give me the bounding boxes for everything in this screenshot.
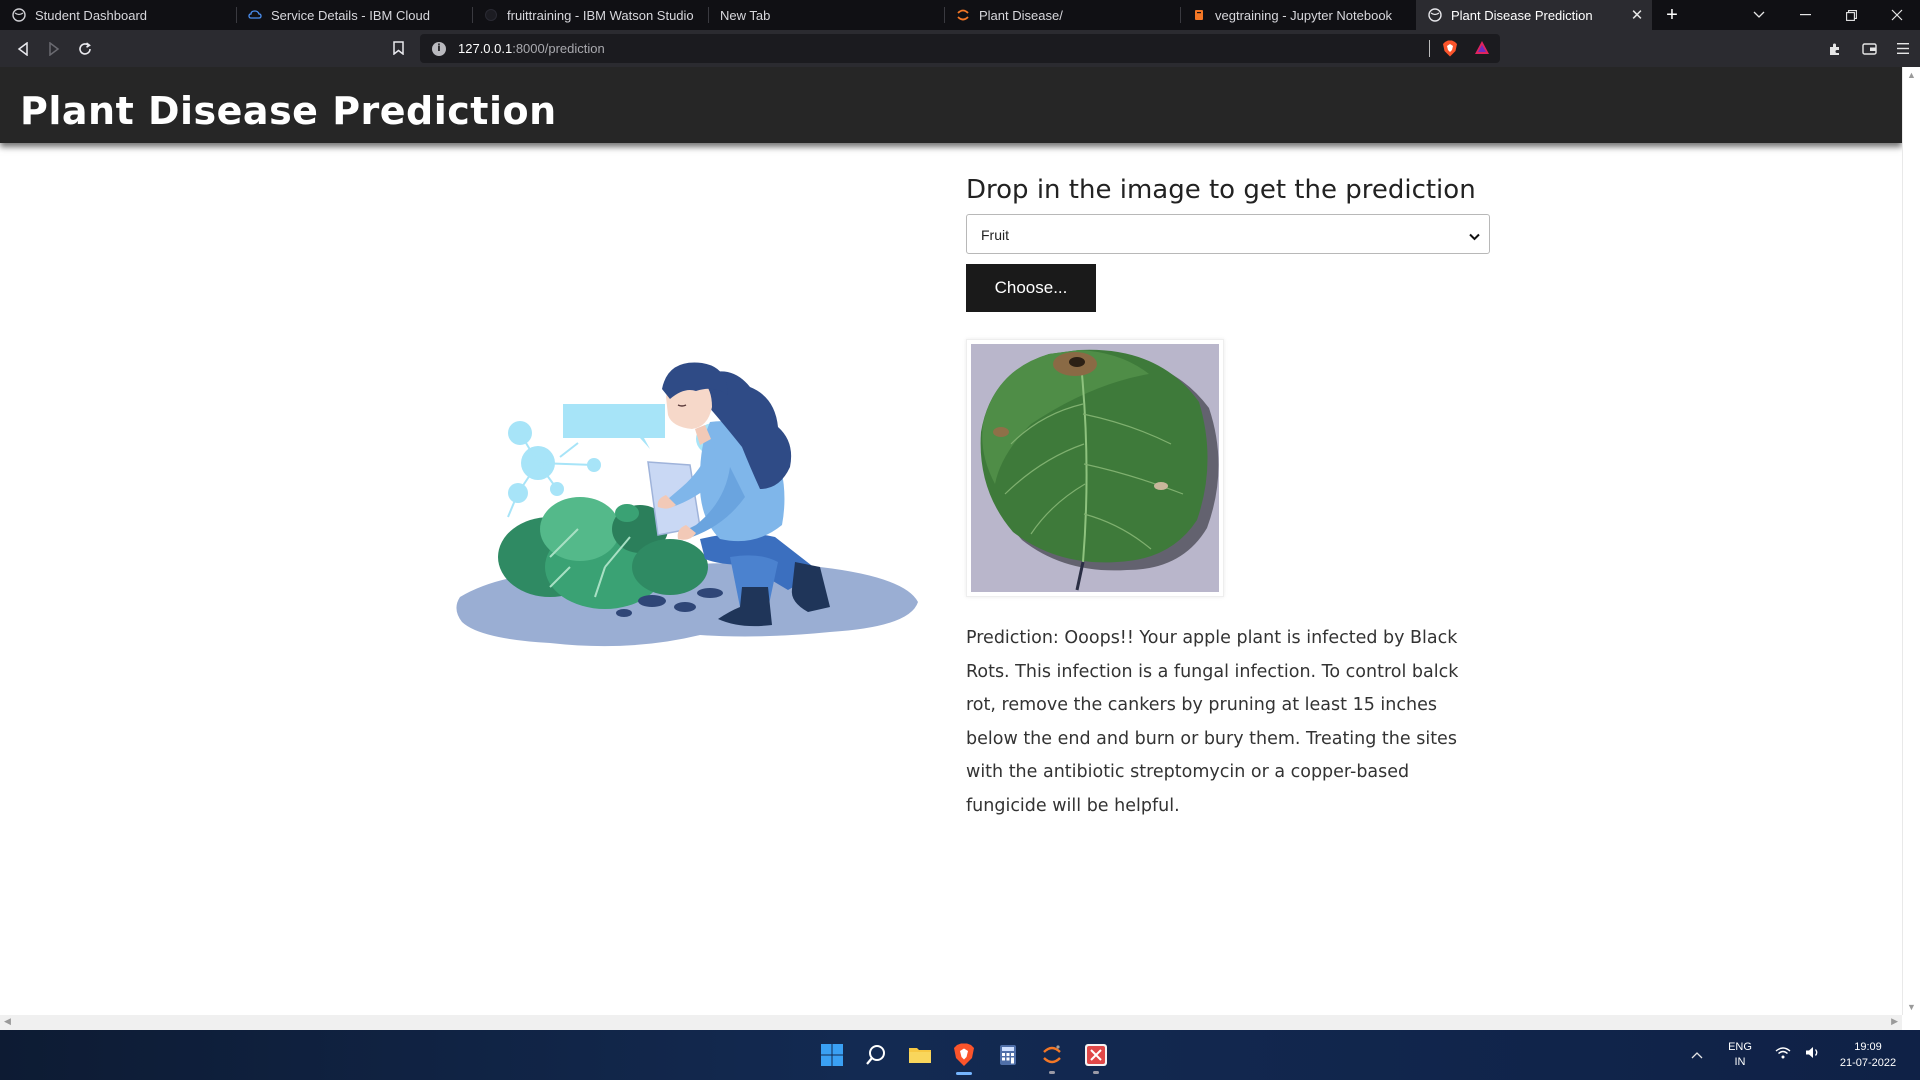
uploaded-image-frame bbox=[966, 339, 1224, 597]
file-explorer-icon[interactable] bbox=[898, 1033, 942, 1077]
tab-plant-disease-prediction[interactable]: Plant Disease Prediction ✕ bbox=[1416, 0, 1652, 30]
browser-tab-strip: Student Dashboard Service Details - IBM … bbox=[0, 0, 1920, 30]
language-indicator[interactable]: ENG IN bbox=[1712, 1040, 1768, 1070]
wallet-icon[interactable] bbox=[1852, 34, 1886, 64]
url-host: 127.0.0.1 bbox=[458, 41, 513, 56]
prediction-text: Prediction: Ooops!! Your apple plant is … bbox=[966, 628, 1459, 816]
page-viewport: Plant Disease Prediction Drop in the ima… bbox=[0, 67, 1902, 1015]
tab-label: Student Dashboard bbox=[35, 7, 148, 23]
tab-label: fruittraining - IBM Watson Studio bbox=[507, 7, 694, 23]
tab-student-dashboard[interactable]: Student Dashboard bbox=[0, 0, 236, 30]
brave-rewards-icon[interactable] bbox=[1474, 40, 1490, 60]
notebook-icon bbox=[1192, 8, 1206, 22]
tab-label: vegtraining - Jupyter Notebook bbox=[1215, 7, 1393, 23]
site-header: Plant Disease Prediction bbox=[0, 67, 1902, 143]
bookmark-icon[interactable] bbox=[389, 38, 407, 58]
clock-time: 19:09 bbox=[1854, 1041, 1882, 1053]
new-tab-button[interactable]: + bbox=[1652, 0, 1692, 30]
forward-icon[interactable] bbox=[38, 34, 69, 64]
search-icon[interactable] bbox=[854, 1033, 898, 1077]
snipping-tool-icon[interactable] bbox=[1074, 1033, 1118, 1077]
restore-icon[interactable] bbox=[1828, 0, 1874, 30]
brave-browser-icon[interactable] bbox=[942, 1033, 986, 1077]
scroll-right-icon[interactable]: ▶ bbox=[1891, 1016, 1898, 1027]
prediction-panel: Drop in the image to get the prediction … bbox=[966, 175, 1490, 824]
category-select[interactable]: Fruit bbox=[966, 214, 1490, 254]
scroll-down-icon[interactable]: ▼ bbox=[1907, 1002, 1916, 1012]
brave-shields-icon[interactable] bbox=[1442, 40, 1458, 62]
windows-taskbar: ENG IN 19:09 21-07-2022 bbox=[0, 1030, 1920, 1080]
tab-jupyter-notebook[interactable]: vegtraining - Jupyter Notebook bbox=[1180, 0, 1416, 30]
uploaded-leaf-image bbox=[971, 344, 1219, 592]
tab-label: New Tab bbox=[720, 7, 771, 23]
ibm-cloud-icon bbox=[248, 8, 262, 22]
tab-watson-studio[interactable]: fruittraining - IBM Watson Studio bbox=[472, 0, 708, 30]
volume-icon[interactable] bbox=[1805, 1046, 1821, 1064]
language-code: ENG bbox=[1728, 1041, 1752, 1053]
globe-icon bbox=[12, 8, 26, 22]
tab-search-chevron-icon[interactable] bbox=[1736, 0, 1782, 30]
calculator-icon[interactable] bbox=[986, 1033, 1030, 1077]
gardener-illustration bbox=[456, 362, 918, 647]
scroll-left-icon[interactable]: ◀ bbox=[4, 1016, 11, 1027]
choose-file-button[interactable]: Choose... bbox=[966, 264, 1096, 312]
reload-icon[interactable] bbox=[69, 34, 100, 64]
show-hidden-icons-icon[interactable] bbox=[1682, 1048, 1712, 1062]
chevron-down-icon bbox=[1469, 228, 1480, 246]
category-select-value: Fruit bbox=[981, 227, 1009, 243]
url-path: :8000/prediction bbox=[512, 41, 605, 56]
wifi-icon[interactable] bbox=[1775, 1046, 1791, 1064]
address-bar-divider bbox=[1429, 40, 1430, 57]
vertical-scrollbar[interactable]: ▲ ▼ bbox=[1902, 67, 1920, 1015]
menu-icon[interactable] bbox=[1886, 34, 1920, 64]
jupyter-icon bbox=[956, 8, 970, 22]
close-tab-icon[interactable]: ✕ bbox=[1628, 6, 1646, 24]
drop-heading: Drop in the image to get the prediction bbox=[966, 175, 1476, 205]
horizontal-scrollbar[interactable]: ◀ ▶ bbox=[0, 1015, 1902, 1030]
tab-new-tab[interactable]: New Tab bbox=[708, 0, 944, 30]
site-info-icon[interactable]: i bbox=[432, 41, 446, 56]
globe-icon bbox=[1428, 8, 1442, 22]
scroll-up-icon[interactable]: ▲ bbox=[1907, 70, 1916, 80]
close-window-icon[interactable] bbox=[1874, 0, 1920, 30]
region-code: IN bbox=[1734, 1056, 1746, 1068]
address-bar[interactable]: i 127.0.0.1:8000/prediction bbox=[420, 34, 1500, 63]
minimize-icon[interactable] bbox=[1782, 0, 1828, 30]
tab-plant-disease[interactable]: Plant Disease/ bbox=[944, 0, 1180, 30]
tab-label: Plant Disease Prediction bbox=[1451, 7, 1593, 23]
tab-ibm-cloud[interactable]: Service Details - IBM Cloud bbox=[236, 0, 472, 30]
system-clock[interactable]: 19:09 21-07-2022 bbox=[1828, 1039, 1920, 1071]
windows-start-icon[interactable] bbox=[810, 1033, 854, 1077]
extensions-icon[interactable] bbox=[1818, 34, 1852, 64]
tab-label: Service Details - IBM Cloud bbox=[271, 7, 430, 23]
page-title: Plant Disease Prediction bbox=[20, 89, 557, 133]
tab-label: Plant Disease/ bbox=[979, 7, 1063, 23]
clock-date: 21-07-2022 bbox=[1839, 1057, 1897, 1069]
back-icon[interactable] bbox=[7, 34, 38, 64]
jupyter-icon[interactable] bbox=[1030, 1033, 1074, 1077]
browser-toolbar: i 127.0.0.1:8000/prediction bbox=[0, 30, 1920, 67]
watson-studio-icon bbox=[484, 8, 498, 22]
